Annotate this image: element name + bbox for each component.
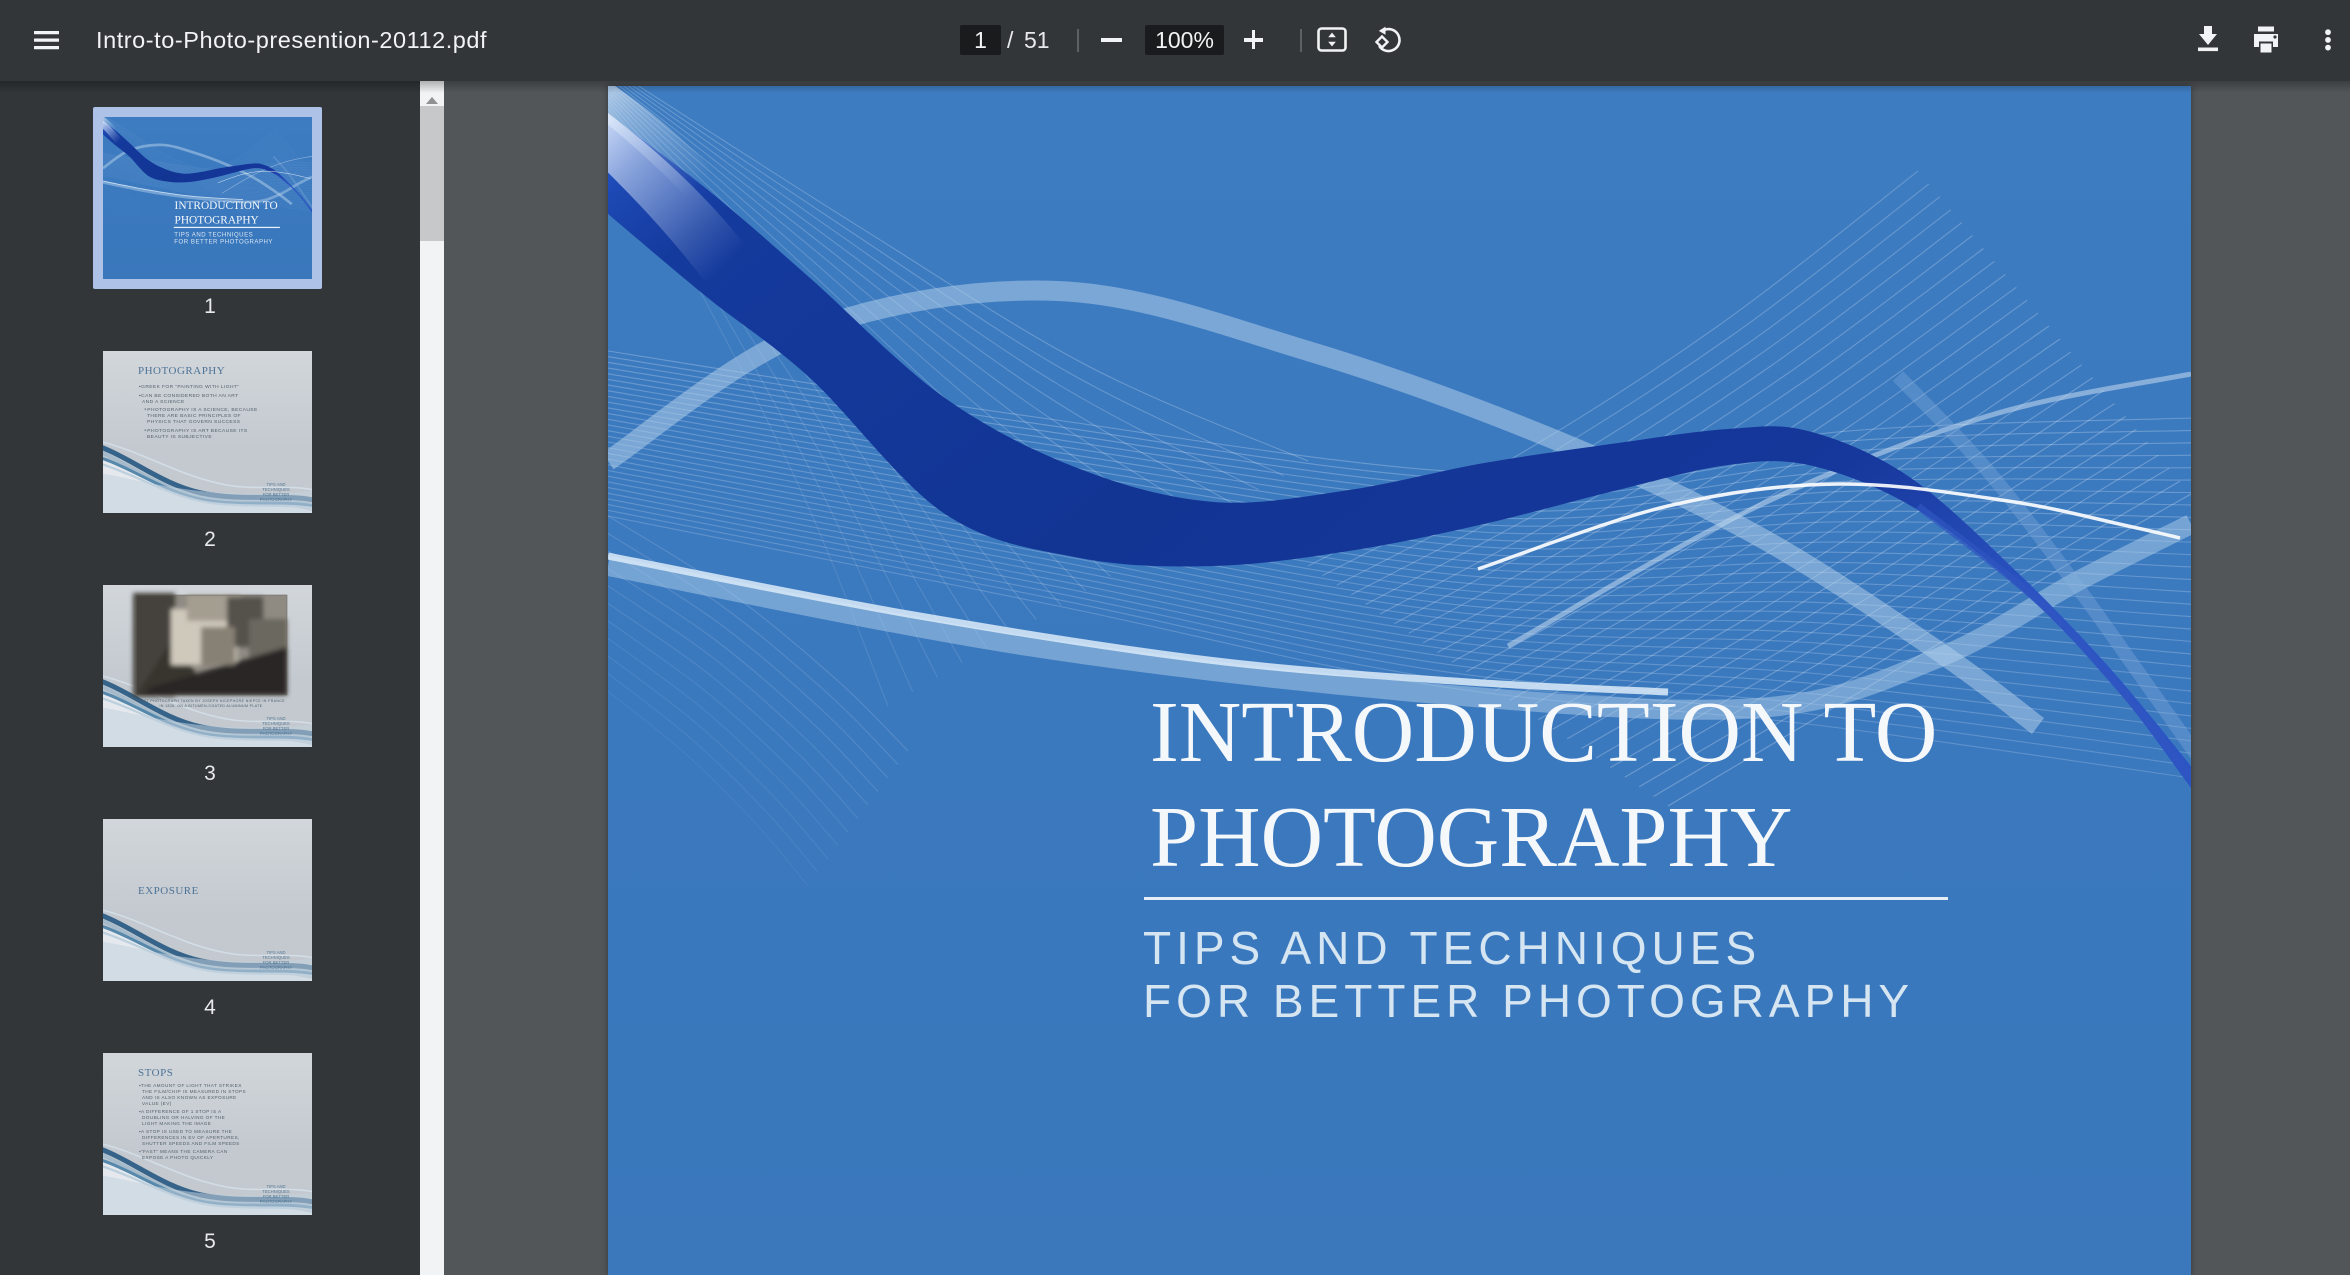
svg-text:STOPS: STOPS	[138, 1067, 173, 1079]
svg-text:FIRST PHOTOGRAPH TAKEN BY JOSE: FIRST PHOTOGRAPH TAKEN BY JOSEPH NICEPHO…	[137, 699, 285, 703]
svg-text:▪THE AMOUNT OF LIGHT THAT STRI: ▪THE AMOUNT OF LIGHT THAT STRIKES	[139, 1083, 242, 1088]
svg-text:PHOTOGRAPHY: PHOTOGRAPHY	[175, 214, 260, 226]
svg-text:IN 1826, ON A BITUMEN-COATED A: IN 1826, ON A BITUMEN-COATED ALUMINUM PL…	[159, 704, 262, 708]
svg-text:‣PHOTOGRAPHY IS A SCIENCE, BEC: ‣PHOTOGRAPHY IS A SCIENCE, BECAUSE	[144, 407, 258, 413]
svg-text:THE FILM/CHIP IS MEASURED IN S: THE FILM/CHIP IS MEASURED IN STOPS	[142, 1089, 246, 1094]
svg-text:DIFFERENCES IN EV OF APERTURES: DIFFERENCES IN EV OF APERTURES,	[142, 1135, 240, 1140]
svg-text:AND IS ALSO KNOWN AS EXPOSURE: AND IS ALSO KNOWN AS EXPOSURE	[142, 1095, 237, 1100]
svg-text:FOR BETTER PHOTOGRAPHY: FOR BETTER PHOTOGRAPHY	[174, 239, 273, 246]
svg-text:EXPOSE A PHOTO QUICKLY: EXPOSE A PHOTO QUICKLY	[142, 1155, 214, 1160]
svg-text:VALUE (EV): VALUE (EV)	[142, 1101, 172, 1106]
svg-text:▪GREEK FOR “PAINTING WITH LIGH: ▪GREEK FOR “PAINTING WITH LIGHT”	[139, 384, 239, 390]
svg-text:INTRODUCTION TO: INTRODUCTION TO	[175, 200, 278, 212]
svg-text:EXPOSURE: EXPOSURE	[138, 885, 199, 897]
svg-text:▪A DIFFERENCE OF 1 STOP IS A: ▪A DIFFERENCE OF 1 STOP IS A	[139, 1109, 222, 1114]
svg-text:▪CAN BE CONSIDERED BOTH AN ART: ▪CAN BE CONSIDERED BOTH AN ART	[139, 393, 239, 399]
svg-text:DOUBLING OR HALVING OF THE: DOUBLING OR HALVING OF THE	[142, 1115, 225, 1120]
svg-text:▪A STOP IS USED TO MEASURE THE: ▪A STOP IS USED TO MEASURE THE	[139, 1129, 232, 1134]
svg-text:BEAUTY IS SUBJECTIVE: BEAUTY IS SUBJECTIVE	[147, 434, 212, 440]
svg-text:▪“FAST” MEANS THE CAMERA CAN: ▪“FAST” MEANS THE CAMERA CAN	[139, 1149, 228, 1154]
svg-text:PHOTOGRAPHY: PHOTOGRAPHY	[260, 497, 293, 502]
svg-text:LIGHT MAKING THE IMAGE: LIGHT MAKING THE IMAGE	[142, 1121, 211, 1126]
svg-text:SHUTTER SPEEDS AND FILM SPEEDS: SHUTTER SPEEDS AND FILM SPEEDS	[142, 1141, 240, 1146]
svg-text:PHOTOGRAPHY: PHOTOGRAPHY	[260, 965, 293, 970]
svg-text:AND A SCIENCE: AND A SCIENCE	[142, 399, 185, 405]
svg-text:PHOTOGRAPHY: PHOTOGRAPHY	[138, 365, 225, 377]
svg-text:PHOTOGRAPHY: PHOTOGRAPHY	[260, 1199, 293, 1204]
svg-text:TIPS AND TECHNIQUES: TIPS AND TECHNIQUES	[174, 231, 253, 238]
svg-text:PHYSICS THAT GOVERN SUCCESS: PHYSICS THAT GOVERN SUCCESS	[147, 419, 241, 425]
svg-text:PHOTOGRAPHY: PHOTOGRAPHY	[260, 731, 293, 736]
svg-text:‣PHOTOGRAPHY IS ART BECAUSE IT: ‣PHOTOGRAPHY IS ART BECAUSE ITS	[144, 428, 248, 434]
svg-text:THERE ARE BASIC PRINCIPLES OF: THERE ARE BASIC PRINCIPLES OF	[147, 413, 241, 419]
